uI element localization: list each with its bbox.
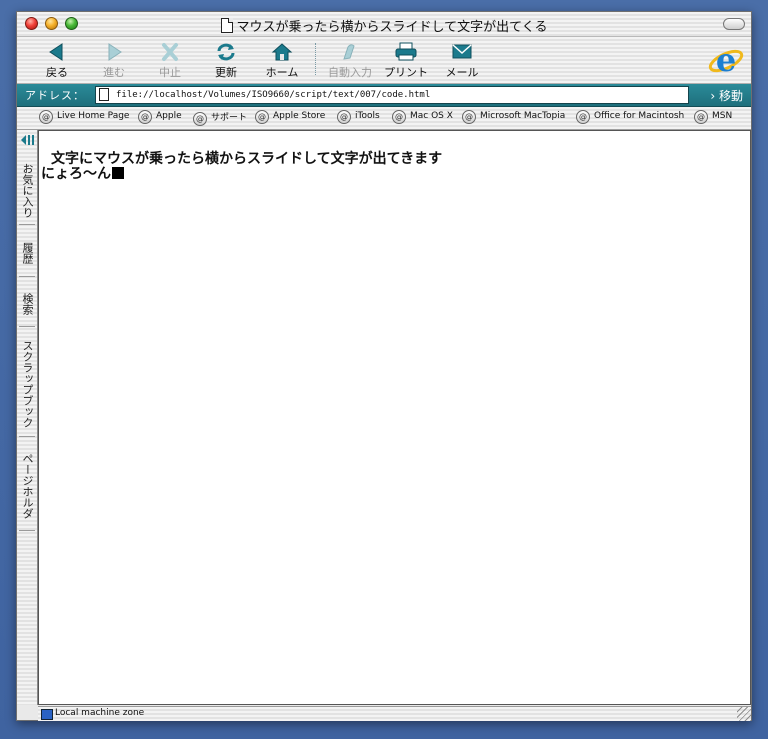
favorite-label: Apple Store (273, 111, 326, 121)
toolbar-toggle-button[interactable] (723, 18, 745, 30)
status-bar: Local machine zone (38, 706, 751, 721)
sidebar-tab-history[interactable]: 履歴 (19, 230, 35, 277)
favorite-microsoft-mactopia[interactable]: @ Microsoft MacTopia (462, 110, 565, 124)
favorite-label: iTools (355, 111, 380, 121)
page-document-icon (99, 88, 109, 101)
favorite-label: Microsoft MacTopia (480, 111, 566, 121)
favorite-label: Mac OS X (410, 111, 453, 121)
at-icon: @ (694, 110, 708, 124)
at-icon: @ (39, 110, 53, 124)
forward-arrow-icon (108, 43, 122, 61)
stop-x-icon (162, 43, 178, 61)
back-button[interactable]: 戻る (32, 39, 82, 83)
block-cursor (112, 167, 124, 179)
go-arrow-icon: › (710, 89, 716, 103)
go-button[interactable]: › 移動 (710, 87, 743, 104)
autofill-label: 自動入力 (328, 66, 372, 79)
address-url: file://localhost/Volumes/ISO9660/script/… (116, 90, 431, 100)
svg-text:e: e (716, 41, 736, 79)
toolbar-separator (315, 43, 316, 75)
mail-icon (452, 44, 472, 59)
sliding-text-label: にょろ〜ん (41, 166, 111, 182)
at-icon: @ (576, 110, 590, 124)
home-button[interactable]: ホーム (257, 39, 307, 83)
printer-icon (395, 42, 417, 61)
at-icon: @ (193, 112, 207, 126)
forward-label: 進む (103, 66, 125, 79)
favorite-msn[interactable]: @ MSN (694, 110, 732, 124)
autofill-icon (343, 44, 355, 60)
sidebar-tab-search[interactable]: 検索 (19, 282, 35, 327)
at-icon: @ (337, 110, 351, 124)
refresh-label: 更新 (215, 66, 237, 79)
favorite-live-home-page[interactable]: @ Live Home Page (39, 110, 129, 124)
title-bar[interactable]: マウスが乗ったら横からスライドして文字が出てくる (17, 12, 751, 37)
address-label: アドレス： (25, 89, 85, 102)
favorite-mac-os-x[interactable]: @ Mac OS X (392, 110, 453, 124)
page-content: 文字にマウスが乗ったら横からスライドして文字が出てきます にょろ〜ん (38, 130, 751, 705)
favorite-label: サポート (211, 113, 248, 123)
refresh-icon (217, 43, 235, 61)
explorer-bar: お気に入り 履歴 検索 スクラップブック ページホルダ (17, 130, 38, 705)
print-button[interactable]: プリント (381, 39, 431, 83)
home-icon (271, 43, 293, 61)
window-title: マウスが乗ったら横からスライドして文字が出てくる (236, 20, 548, 35)
resize-grip[interactable] (737, 707, 751, 721)
favorites-bar: @ Live Home Page @ Apple @ サポート @ Apple Stor… (17, 107, 751, 130)
favorite-apple[interactable]: @ Apple (138, 110, 182, 124)
favorite-itools[interactable]: @ iTools (337, 110, 380, 124)
at-icon: @ (392, 110, 406, 124)
toolbar: 戻る 進む 中止 更新 ホーム 自動入力 プリント メール e (17, 37, 751, 84)
back-arrow-icon (49, 43, 63, 61)
sidebar-tab-favorites[interactable]: お気に入り (19, 156, 35, 225)
zone-icon (41, 709, 53, 720)
stop-button[interactable]: 中止 (145, 39, 195, 83)
favorite-apple-store[interactable]: @ Apple Store (255, 110, 325, 124)
at-icon: @ (255, 110, 269, 124)
go-label: 移動 (718, 89, 743, 103)
favorite-label: MSN (712, 111, 733, 121)
home-label: ホーム (265, 66, 299, 79)
sidebar-tab-scrapbook[interactable]: スクラップブック (19, 332, 35, 437)
security-zone-text: Local machine zone (55, 708, 145, 718)
address-input[interactable]: file://localhost/Volumes/ISO9660/script/… (95, 86, 689, 104)
sliding-text: にょろ〜ん (41, 163, 124, 183)
at-icon: @ (138, 110, 152, 124)
window-title-area: マウスが乗ったら横からスライドして文字が出てくる (17, 16, 751, 35)
favorite-label: Live Home Page (57, 111, 130, 121)
favorite-label: Apple (156, 111, 182, 121)
autofill-button[interactable]: 自動入力 (325, 39, 375, 83)
address-bar: アドレス： file://localhost/Volumes/ISO9660/s… (17, 84, 751, 107)
explorer-bar-toggle-icon[interactable] (20, 134, 35, 146)
favorite-office-for-macintosh[interactable]: @ Office for Macintosh (576, 110, 684, 124)
forward-button[interactable]: 進む (89, 39, 139, 83)
browser-window: マウスが乗ったら横からスライドして文字が出てくる 戻る 進む 中止 更新 ホーム… (16, 11, 752, 721)
favorite-support[interactable]: @ サポート (193, 110, 247, 126)
at-icon: @ (462, 110, 476, 124)
stop-label: 中止 (159, 66, 181, 79)
sidebar-tab-page-holder[interactable]: ページホルダ (19, 442, 35, 531)
mail-button[interactable]: メール (437, 39, 487, 83)
document-icon (220, 18, 233, 33)
mail-label: メール (445, 66, 479, 79)
internet-explorer-logo: e (708, 41, 744, 79)
favorite-label: Office for Macintosh (594, 111, 685, 121)
print-label: プリント (384, 66, 428, 79)
back-label: 戻る (46, 66, 68, 79)
refresh-button[interactable]: 更新 (201, 39, 251, 83)
